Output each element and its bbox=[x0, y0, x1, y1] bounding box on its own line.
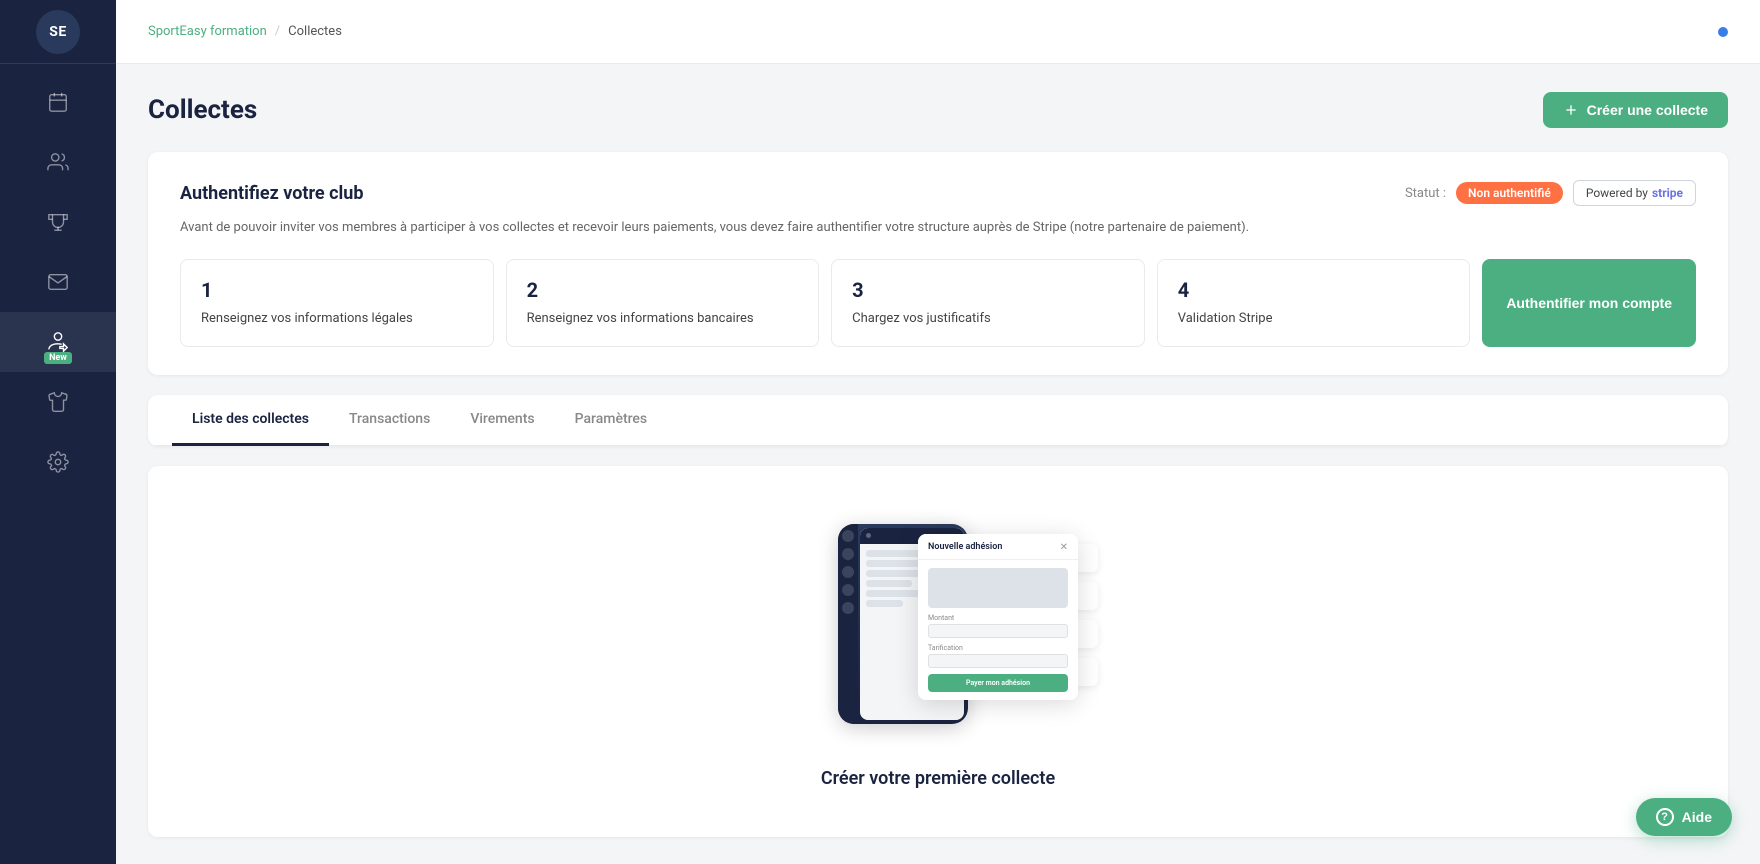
modal-pay-button: Payer mon adhésion bbox=[928, 674, 1068, 692]
page-title: Collectes bbox=[148, 95, 257, 125]
powered-by-text: Powered by bbox=[1586, 186, 1648, 200]
tab-liste-collectes[interactable]: Liste des collectes bbox=[172, 395, 329, 446]
step-1-label: Renseignez vos informations légales bbox=[201, 310, 473, 328]
create-collecte-button[interactable]: Créer une collecte bbox=[1543, 92, 1728, 128]
sidebar-dot-5 bbox=[842, 602, 854, 614]
step-1-number: 1 bbox=[201, 278, 473, 302]
modal-field-tarification-label: Tarification bbox=[928, 644, 1068, 652]
sidebar-item-messages[interactable] bbox=[0, 252, 116, 312]
shirt-icon bbox=[47, 391, 69, 413]
sidebar-item-collectes[interactable]: New bbox=[0, 312, 116, 372]
phone-sidebar bbox=[838, 524, 858, 724]
help-label: Aide bbox=[1682, 809, 1712, 825]
page-title-row: Collectes Créer une collecte bbox=[148, 92, 1728, 128]
step-2-number: 2 bbox=[527, 278, 799, 302]
phone-line-2 bbox=[866, 560, 921, 567]
steps-row: 1 Renseignez vos informations légales 2 … bbox=[180, 259, 1696, 347]
sidebar-item-members[interactable] bbox=[0, 132, 116, 192]
auth-status-row: Statut : Non authentifié Powered by stri… bbox=[1405, 180, 1696, 206]
logo-avatar: SE bbox=[36, 10, 80, 54]
stripe-badge: Powered by stripe bbox=[1573, 180, 1696, 206]
breadcrumb-current: Collectes bbox=[288, 24, 342, 39]
step-4-label: Validation Stripe bbox=[1178, 310, 1450, 328]
modal-mock: Nouvelle adhésion ✕ Montant Tarification bbox=[918, 534, 1078, 700]
header: SportEasy formation / Collectes bbox=[116, 0, 1760, 64]
modal-title: Nouvelle adhésion bbox=[928, 542, 1002, 552]
step-2: 2 Renseignez vos informations bancaires bbox=[506, 259, 820, 347]
header-right bbox=[1718, 27, 1728, 37]
tab-transactions[interactable]: Transactions bbox=[329, 395, 450, 446]
step-4-number: 4 bbox=[1178, 278, 1450, 302]
sidebar-item-shop[interactable] bbox=[0, 372, 116, 432]
breadcrumb: SportEasy formation / Collectes bbox=[148, 24, 342, 39]
sidebar-dot-2 bbox=[842, 548, 854, 560]
modal-header: Nouvelle adhésion ✕ bbox=[918, 534, 1078, 560]
tabs-row: Liste des collectes Transactions Viremen… bbox=[148, 395, 1728, 446]
mail-icon bbox=[47, 271, 69, 293]
breadcrumb-separator: / bbox=[275, 24, 280, 39]
step-3-label: Chargez vos justificatifs bbox=[852, 310, 1124, 328]
sidebar-item-settings[interactable] bbox=[0, 432, 116, 492]
hand-coin-icon bbox=[47, 331, 69, 353]
phone-line-6 bbox=[866, 600, 903, 607]
help-icon: ? bbox=[1656, 808, 1674, 826]
sidebar-item-calendar[interactable] bbox=[0, 72, 116, 132]
empty-state-section: Nouvelle adhésion ✕ Montant Tarification bbox=[148, 466, 1728, 837]
auth-status-label: Statut : bbox=[1405, 186, 1446, 201]
auth-card: Authentifiez votre club Statut : Non aut… bbox=[148, 152, 1728, 375]
sidebar: SE New bbox=[0, 0, 116, 864]
sidebar-dot-4 bbox=[842, 584, 854, 596]
step-2-label: Renseignez vos informations bancaires bbox=[527, 310, 799, 328]
auth-status-badge: Non authentifié bbox=[1456, 182, 1563, 204]
settings-icon bbox=[47, 451, 69, 473]
step-3: 3 Chargez vos justificatifs bbox=[831, 259, 1145, 347]
modal-body: Montant Tarification Payer mon adhésion bbox=[918, 560, 1078, 700]
phone-line-4 bbox=[866, 580, 912, 587]
sidebar-dot-1 bbox=[842, 530, 854, 542]
page-content: Collectes Créer une collecte Authentifie… bbox=[116, 64, 1760, 864]
group-icon bbox=[47, 151, 69, 173]
main-content: SportEasy formation / Collectes Collecte… bbox=[116, 0, 1760, 864]
empty-state-title: Créer votre première collecte bbox=[821, 768, 1055, 789]
modal-image-placeholder bbox=[928, 568, 1068, 608]
auth-card-header: Authentifiez votre club Statut : Non aut… bbox=[180, 180, 1696, 206]
notification-dot bbox=[1718, 27, 1728, 37]
tab-parametres[interactable]: Paramètres bbox=[555, 395, 668, 446]
breadcrumb-parent[interactable]: SportEasy formation bbox=[148, 24, 267, 39]
modal-field-tarification-input bbox=[928, 654, 1068, 668]
auth-button[interactable]: Authentifier mon compte bbox=[1482, 259, 1696, 347]
modal-close-icon: ✕ bbox=[1060, 542, 1068, 553]
modal-field-montant-label: Montant bbox=[928, 614, 1068, 622]
phone-header-dot bbox=[866, 533, 871, 538]
modal-field-montant-input bbox=[928, 624, 1068, 638]
sidebar-logo: SE bbox=[0, 0, 116, 64]
calendar-icon bbox=[47, 91, 69, 113]
step-4: 4 Validation Stripe bbox=[1157, 259, 1471, 347]
new-badge: New bbox=[44, 352, 72, 364]
stripe-text: stripe bbox=[1652, 186, 1683, 200]
auth-card-title: Authentifiez votre club bbox=[180, 183, 363, 204]
empty-illustration: Nouvelle adhésion ✕ Montant Tarification bbox=[758, 514, 1118, 744]
step-3-number: 3 bbox=[852, 278, 1124, 302]
plus-icon bbox=[1563, 102, 1579, 118]
modal-field-montant: Montant bbox=[928, 614, 1068, 638]
step-1: 1 Renseignez vos informations légales bbox=[180, 259, 494, 347]
trophy-icon bbox=[47, 211, 69, 233]
auth-description: Avant de pouvoir inviter vos membres à p… bbox=[180, 218, 1696, 239]
tabs-card: Liste des collectes Transactions Viremen… bbox=[148, 395, 1728, 446]
tab-virements[interactable]: Virements bbox=[450, 395, 554, 446]
help-button[interactable]: ? Aide bbox=[1636, 798, 1732, 836]
sidebar-item-competitions[interactable] bbox=[0, 192, 116, 252]
sidebar-dot-3 bbox=[842, 566, 854, 578]
modal-field-tarification: Tarification bbox=[928, 644, 1068, 668]
